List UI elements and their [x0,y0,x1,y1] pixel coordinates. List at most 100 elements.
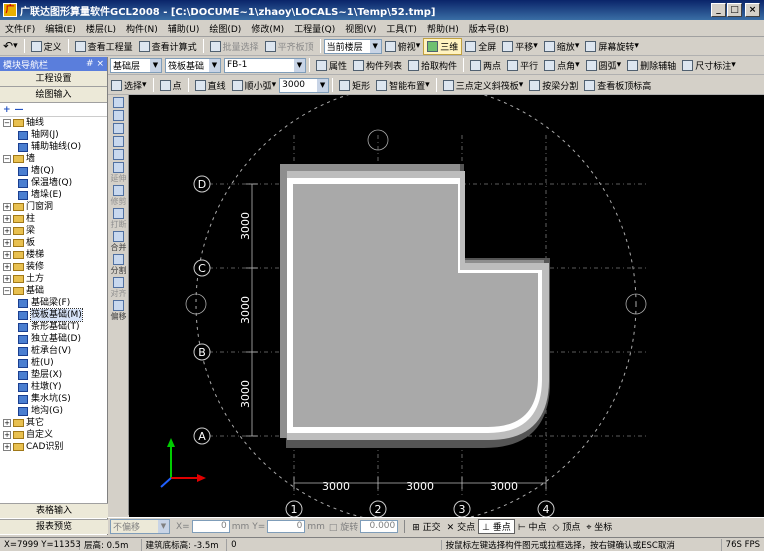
eng-settings-button[interactable]: 工程设置 [0,71,107,87]
expand-icon[interactable]: + [3,203,11,211]
select-button[interactable]: 选择 ▾ [108,77,150,94]
tree-item-f-pad[interactable]: 垫层(X) [0,369,107,381]
report-preview-button[interactable]: 报表预览 [0,519,108,534]
delete-aux-axis-button[interactable]: 删除辅轴 [624,57,679,74]
line-button[interactable]: 直线 [192,77,229,94]
minimize-button[interactable]: _ [711,3,726,17]
move-tool[interactable] [109,136,128,147]
tree-item-custom[interactable]: + 自定义 [0,429,107,441]
mid-toggle[interactable]: ⊢ 中点 [515,520,550,533]
rectangle-button[interactable]: 矩形 [336,77,373,94]
merge-tool[interactable]: 合并 [109,231,128,252]
tree-item-col[interactable]: + 柱 [0,213,107,225]
pan-button[interactable]: 平移 ▾ [499,38,541,55]
menu-item-3[interactable]: 构件(N) [121,22,163,35]
arc-button[interactable]: 圆弧 ▾ [583,57,625,74]
menu-item-8[interactable]: 视图(V) [340,22,381,35]
smart-layout-button[interactable]: 智能布置 ▾ [373,77,433,94]
tree-item-wall-dw[interactable]: 墙垛(E) [0,189,107,201]
menu-item-10[interactable]: 帮助(H) [422,22,464,35]
extend-tool[interactable]: 延伸 [109,162,128,183]
trim-tool[interactable]: 修剪 [109,185,128,206]
tree-item-found[interactable]: − 基础 [0,285,107,297]
vertex-toggle[interactable]: ◇ 顶点 [550,520,584,533]
tree-item-f-beam[interactable]: 基础梁(F) [0,297,107,309]
view-top-elev-button[interactable]: 查看板顶标高 [581,77,654,94]
properties-button[interactable]: 属性 [313,57,350,74]
x-offset-input[interactable]: 0 [191,520,230,533]
expand-icon[interactable]: + [3,443,11,451]
tree-item-slab[interactable]: + 板 [0,237,107,249]
rotate-input[interactable]: 0.000 [360,520,399,533]
collapse-icon[interactable]: − [3,119,11,127]
tree-item-earth[interactable]: + 土方 [0,273,107,285]
pick-component-button[interactable]: 拾取构件 [405,57,460,74]
expand-icon[interactable]: + [3,419,11,427]
tree-item-f-pier[interactable]: 柱墩(Y) [0,381,107,393]
parallel-button[interactable]: 平行 [504,57,541,74]
radius-select[interactable]: 3000 ▼ [279,77,330,93]
close-button[interactable]: × [745,3,760,17]
batch-select-button[interactable]: 批量选择 [207,38,262,55]
remove-icon[interactable]: — [15,105,24,115]
align-tool[interactable]: 对齐 [109,277,128,298]
tree-item-axis-grid[interactable]: 轴网(J) [0,129,107,141]
expand-icon[interactable]: + [3,275,11,283]
menu-item-2[interactable]: 楼层(L) [81,22,121,35]
tree-item-aux-axis[interactable]: 辅助轴线(O) [0,141,107,153]
tree-item-f-cap[interactable]: 桩承台(V) [0,345,107,357]
collapse-icon[interactable]: − [3,287,11,295]
menu-item-9[interactable]: 工具(T) [381,22,422,35]
ortho-toggle[interactable]: ⊞ 正交 [409,520,443,533]
rotate-checkbox[interactable]: □ 旋转 [329,520,358,533]
expand-icon[interactable]: + [3,239,11,247]
3d-view-button[interactable]: 三维 [423,37,463,55]
tree-item-f-strip[interactable]: 条形基础(T) [0,321,107,333]
y-offset-input[interactable]: 0 [267,520,306,533]
tree-item-f-raft[interactable]: 筏板基础(M) [0,308,107,322]
menu-item-11[interactable]: 版本号(B) [464,22,514,35]
split-by-beam-button[interactable]: 按梁分割 [526,77,581,94]
point-button[interactable]: 点 [157,77,185,94]
collapse-icon[interactable]: − [3,155,11,163]
expand-icon[interactable]: + [3,215,11,223]
offset-select[interactable]: 不偏移 ▼ [110,519,170,534]
floor-select[interactable]: 当前楼层 ▼ [323,38,382,54]
dimension-button[interactable]: 尺寸标注 ▾ [679,57,739,74]
menu-item-7[interactable]: 工程量(Q) [289,22,340,35]
component-type-select[interactable]: 筏板基础 ▼ [165,57,221,73]
zoom-button[interactable]: 缩放 ▾ [541,38,583,55]
two-point-button[interactable]: 两点 [467,57,504,74]
mirror-tool[interactable] [109,123,128,134]
screen-rotate-button[interactable]: 屏幕旋转 ▾ [582,38,642,55]
menu-item-5[interactable]: 绘图(D) [204,22,246,35]
tree-item-wall-q[interactable]: 墙(Q) [0,165,107,177]
component-name-select[interactable]: FB-1 ▼ [224,57,306,73]
tree-item-f-iso[interactable]: 独立基础(D) [0,333,107,345]
menu-item-4[interactable]: 辅助(U) [163,22,205,35]
menu-item-1[interactable]: 编辑(E) [40,22,81,35]
layer-select[interactable]: 基础层 ▼ [110,57,162,73]
tree-item-f-sump[interactable]: 集水坑(S) [0,393,107,405]
flat-board-button[interactable]: 平齐板顶 [262,38,317,55]
tree-item-deco[interactable]: + 装修 [0,261,107,273]
arc-small-button[interactable]: 顺小弧 ▾ [229,77,280,94]
table-input-button[interactable]: 表格输入 [0,503,108,518]
menu-item-0[interactable]: 文件(F) [0,22,40,35]
split-tool[interactable]: 分割 [109,254,128,275]
undo-button[interactable]: ↶ ▾ [0,38,21,55]
tree-item-axis[interactable]: − 轴线 [0,117,107,129]
copy-tool[interactable] [109,110,128,121]
break-tool[interactable]: 打断 [109,208,128,229]
coord-toggle[interactable]: ⌖ 坐标 [583,520,615,533]
offset-tool[interactable]: 偏移 [109,300,128,321]
add-icon[interactable]: + [3,105,11,115]
tree-item-door[interactable]: + 门窗洞 [0,201,107,213]
tree-item-cad[interactable]: + CAD识别 [0,441,107,453]
expand-icon[interactable]: + [3,431,11,439]
pin-close-icon[interactable]: # × [86,59,107,69]
expand-icon[interactable]: + [3,251,11,259]
perp-toggle[interactable]: ⊥ 垂点 [478,519,515,534]
drawing-canvas[interactable]: D C B A 1 2 3 4 3000 3000 3000 3000 3000… [129,83,764,525]
point-angle-button[interactable]: 点角 ▾ [541,57,583,74]
